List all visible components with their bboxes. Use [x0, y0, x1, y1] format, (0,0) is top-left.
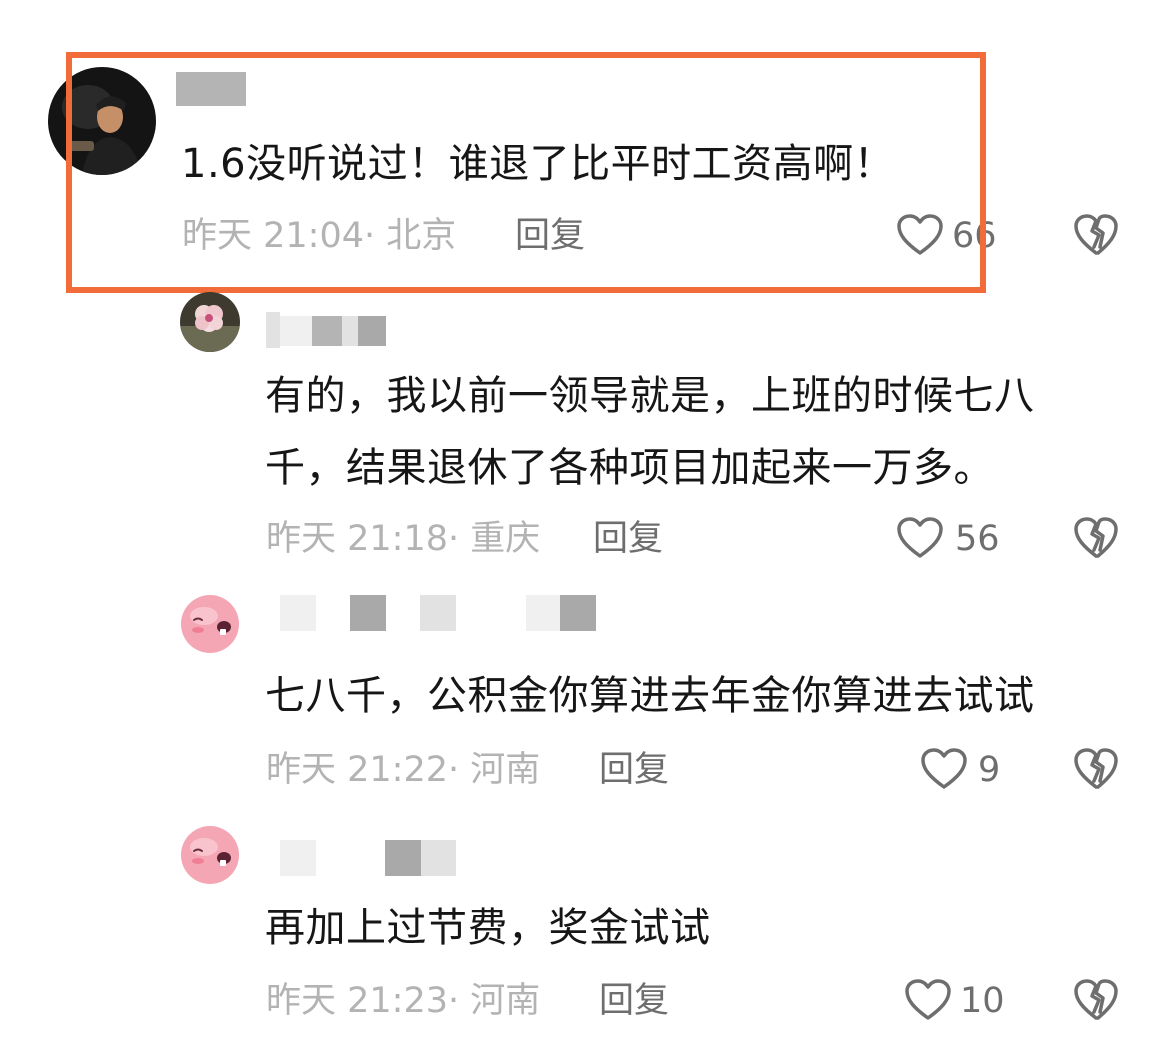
- like-count: 66: [952, 216, 997, 256]
- like-count: 10: [960, 981, 1005, 1021]
- comment-location: · 河南: [448, 981, 541, 1021]
- reply-button[interactable]: 回复: [599, 750, 669, 790]
- avatar-flower: [180, 292, 240, 352]
- comment-location: · 河南: [448, 750, 541, 790]
- heart-outline-icon[interactable]: [920, 747, 968, 791]
- reply-button[interactable]: 回复: [593, 519, 663, 559]
- comment-time: 昨天 21:04: [182, 216, 364, 256]
- avatar[interactable]: [180, 292, 240, 352]
- avatar[interactable]: [48, 67, 156, 175]
- comment-meta: 昨天 21:22· 河南: [266, 750, 540, 790]
- comment-text: 再加上过节费，奖金试试: [265, 905, 711, 951]
- comment-time: 昨天 21:23: [266, 981, 448, 1021]
- broken-heart-icon[interactable]: [1073, 747, 1119, 791]
- username-blurred[interactable]: [176, 72, 246, 106]
- comment-meta: 昨天 21:23· 河南: [266, 981, 540, 1021]
- comment-text: 有的，我以前一领导就是，上班的时候七八 千，结果退休了各种项目加起来一万多。: [265, 373, 1035, 491]
- comment-text: 1.6没听说过！谁退了比平时工资高啊！: [181, 141, 895, 187]
- username-blurred[interactable]: [244, 840, 456, 876]
- username-blurred[interactable]: [266, 306, 386, 348]
- like-count: 56: [955, 519, 1000, 559]
- comment-text: 七八千，公积金你算进去年金你算进去试试: [265, 673, 1035, 719]
- avatar[interactable]: [180, 825, 240, 885]
- avatar-pink-mascot: [180, 825, 240, 885]
- avatar[interactable]: [180, 594, 240, 654]
- comment-location: · 北京: [364, 216, 457, 256]
- avatar-photo: [48, 67, 156, 175]
- comment-time: 昨天 21:22: [266, 750, 448, 790]
- reply-button[interactable]: 回复: [515, 216, 585, 256]
- username-blurred[interactable]: [244, 595, 596, 631]
- broken-heart-icon[interactable]: [1073, 213, 1119, 257]
- comment-meta: 昨天 21:18· 重庆: [266, 519, 540, 559]
- comment-meta: 昨天 21:04· 北京: [182, 216, 456, 256]
- comment-location: · 重庆: [448, 519, 541, 559]
- avatar-pink-mascot: [180, 594, 240, 654]
- heart-outline-icon[interactable]: [896, 213, 944, 257]
- comment-time: 昨天 21:18: [266, 519, 448, 559]
- heart-outline-icon[interactable]: [904, 978, 952, 1022]
- reply-button[interactable]: 回复: [599, 981, 669, 1021]
- heart-outline-icon[interactable]: [896, 516, 944, 560]
- broken-heart-icon[interactable]: [1073, 516, 1119, 560]
- like-count: 9: [978, 750, 1001, 790]
- broken-heart-icon[interactable]: [1073, 978, 1119, 1022]
